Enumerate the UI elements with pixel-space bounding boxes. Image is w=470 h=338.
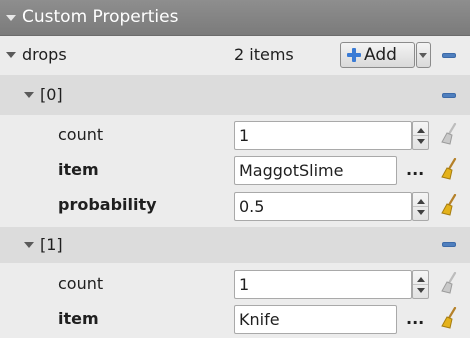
plus-icon — [347, 48, 361, 62]
remove-item-1-icon[interactable] — [442, 242, 456, 247]
broom-icon[interactable] — [440, 272, 460, 294]
browse-item-button[interactable]: ... — [406, 160, 424, 179]
item-label: item — [58, 309, 99, 328]
remove-item-0-icon[interactable] — [442, 93, 456, 98]
add-dropdown-button[interactable] — [416, 42, 431, 68]
item-1-index: [1] — [40, 235, 63, 254]
probability-stepper[interactable] — [412, 192, 429, 221]
browse-item-button[interactable]: ... — [406, 309, 424, 328]
stepper-down-icon[interactable] — [417, 288, 425, 293]
item-field[interactable]: Knife — [234, 305, 397, 334]
collapse-triangle-icon[interactable] — [6, 52, 16, 58]
count-label: count — [58, 274, 104, 293]
add-button-label: Add — [364, 45, 397, 65]
drops-label: drops — [22, 45, 67, 64]
remove-drops-icon[interactable] — [442, 53, 456, 58]
broom-icon[interactable] — [440, 307, 460, 329]
count-field[interactable]: 1 — [234, 121, 412, 150]
item-0-index: [0] — [40, 85, 63, 104]
item-1-header-row: [1] — [0, 227, 470, 263]
collapse-triangle-icon[interactable] — [24, 92, 34, 98]
count-stepper[interactable] — [412, 270, 429, 299]
count-label: count — [58, 125, 104, 144]
stepper-up-icon[interactable] — [417, 128, 425, 133]
broom-icon[interactable] — [440, 194, 460, 216]
drops-count: 2 items — [234, 45, 294, 64]
add-button[interactable]: Add — [340, 42, 415, 68]
panel-header[interactable]: Custom Properties — [0, 0, 470, 36]
stepper-up-icon[interactable] — [417, 199, 425, 204]
item-label: item — [58, 160, 99, 179]
chevron-down-icon — [419, 53, 427, 58]
item-field[interactable]: MaggotSlime — [234, 156, 397, 185]
item-0-header-row: [0] — [0, 75, 470, 115]
stepper-down-icon[interactable] — [417, 139, 425, 144]
stepper-down-icon[interactable] — [417, 210, 425, 215]
probability-field[interactable]: 0.5 — [234, 192, 412, 221]
count-field[interactable]: 1 — [234, 270, 412, 299]
broom-icon[interactable] — [440, 123, 460, 145]
panel-title: Custom Properties — [22, 7, 179, 27]
count-stepper[interactable] — [412, 121, 429, 150]
probability-label: probability — [58, 195, 157, 214]
stepper-up-icon[interactable] — [417, 277, 425, 282]
collapse-triangle-icon[interactable] — [6, 15, 16, 21]
broom-icon[interactable] — [440, 158, 460, 180]
collapse-triangle-icon[interactable] — [24, 242, 34, 248]
